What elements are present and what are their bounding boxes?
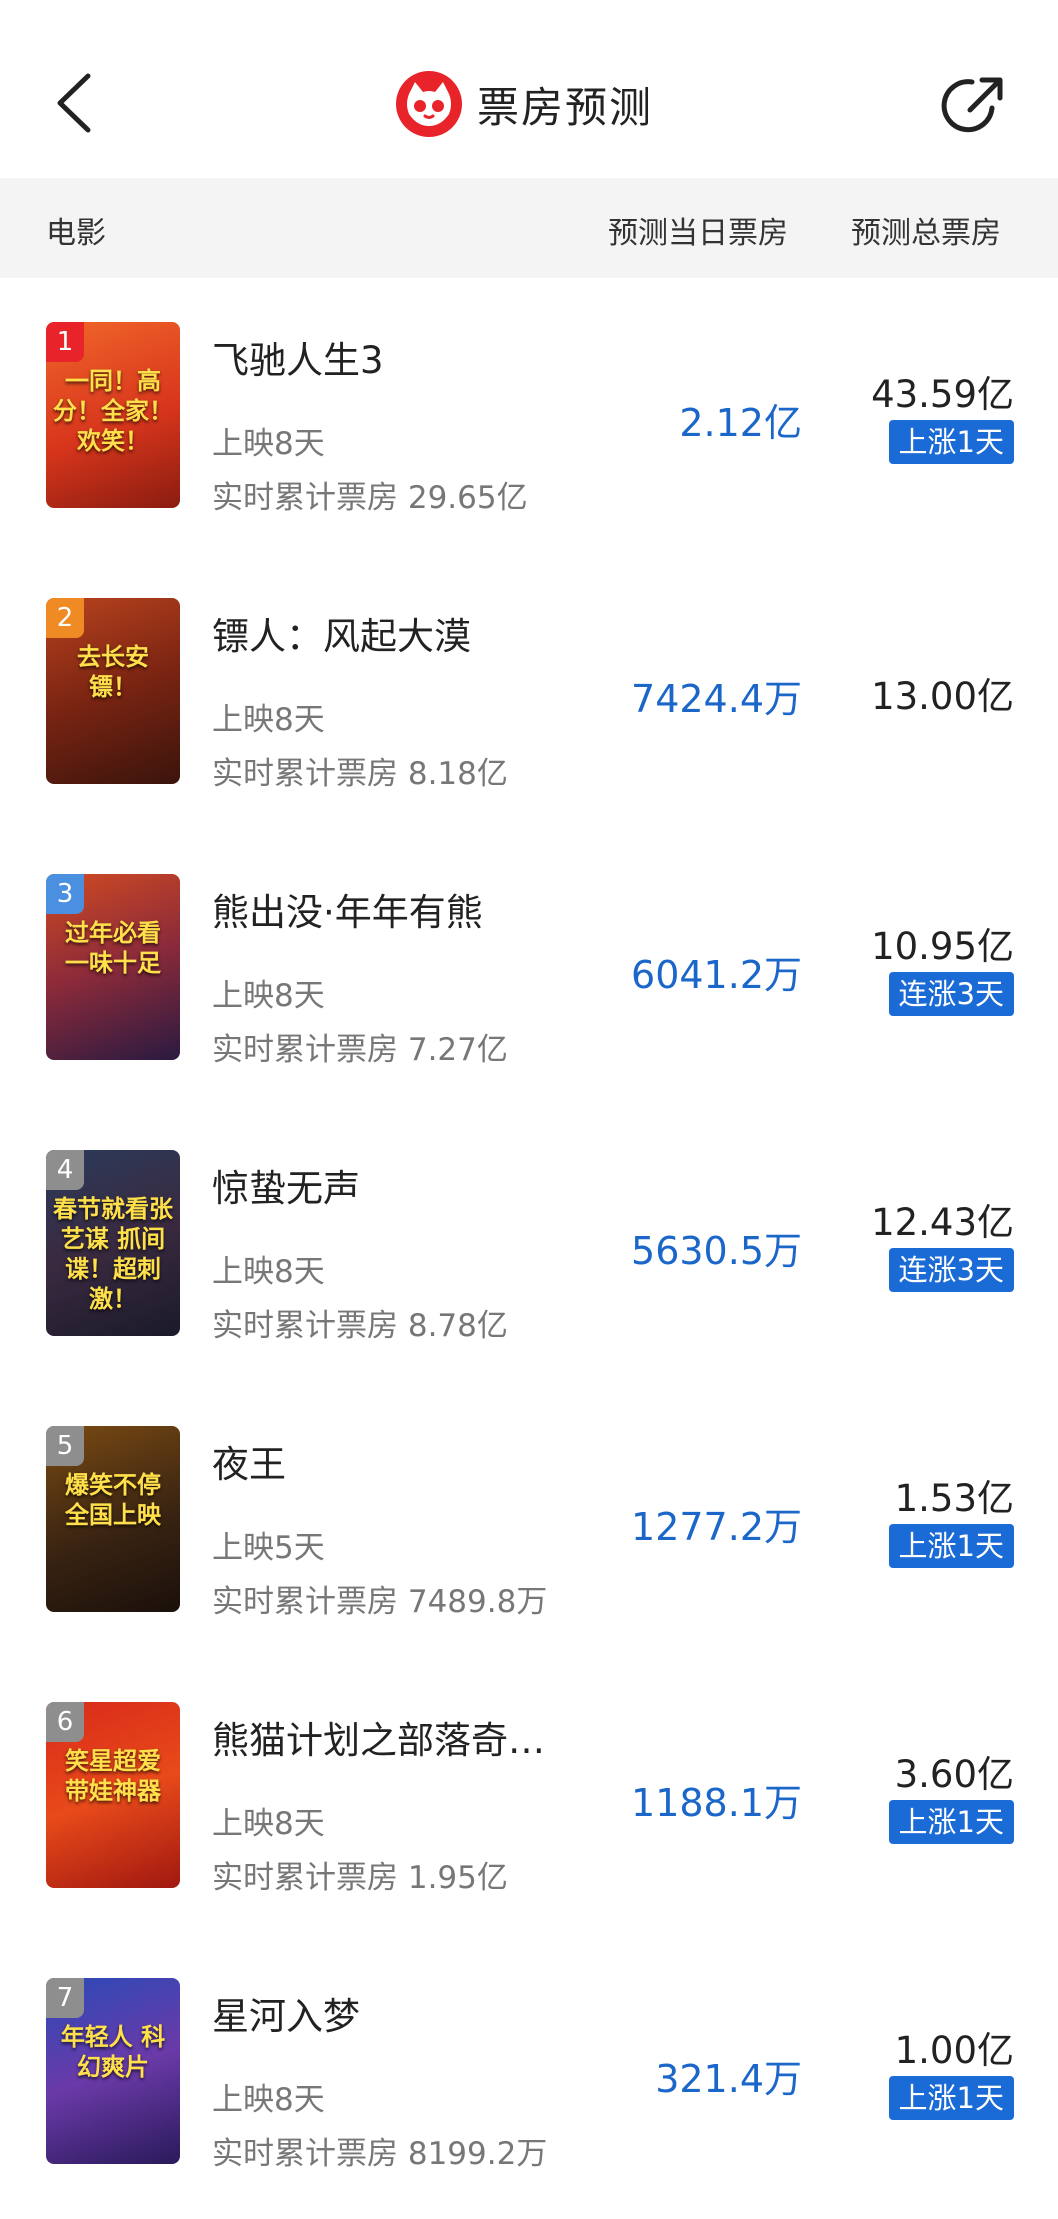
total-forecast-value: 12.43亿	[871, 1201, 1014, 1244]
share-icon	[941, 77, 1003, 133]
total-forecast-value: 13.00亿	[871, 675, 1014, 718]
total-forecast-value: 3.60亿	[894, 1753, 1014, 1796]
rank-badge: 1	[46, 322, 84, 362]
cumulative-box-office: 实时累计票房 7.27亿	[212, 1032, 508, 1068]
rank-badge: 5	[46, 1426, 84, 1466]
total-forecast-value: 1.53亿	[894, 1477, 1014, 1520]
poster-tagline: 过年必看 一味十足	[65, 919, 161, 977]
day-forecast-value: 7424.4万	[631, 677, 802, 721]
trend-badge: 连涨3天	[888, 972, 1014, 1016]
movie-title: 镖人：风起大漠	[212, 615, 471, 658]
rank-badge: 2	[46, 598, 84, 638]
movie-row[interactable]: 爆笑不停 全国上映 5 夜王 上映5天 实时累计票房 7489.8万 1277.2…	[0, 1382, 1058, 1658]
movie-title: 飞驰人生3	[212, 339, 384, 382]
cat-logo-icon	[396, 71, 462, 137]
movie-poster[interactable]: 笑星超爱 带娃神器 6	[46, 1702, 180, 1888]
movie-poster[interactable]: 一同！高分！全家！欢笑！ 1	[46, 322, 180, 508]
poster-tagline: 春节就看张艺谋 抓间谍！超刺激！	[53, 1195, 173, 1313]
total-forecast-value: 1.00亿	[894, 2029, 1014, 2072]
movie-title: 星河入梦	[212, 1995, 360, 2038]
movie-title: 熊猫计划之部落奇…	[212, 1719, 545, 1762]
movie-title: 熊出没·年年有熊	[212, 891, 483, 934]
poster-tagline: 一同！高分！全家！欢笑！	[53, 367, 173, 455]
release-days: 上映8天	[212, 2082, 325, 2118]
top-bar: 票房预测	[0, 0, 1058, 178]
movie-poster[interactable]: 去长安 镖！ 2	[46, 598, 180, 784]
cumulative-box-office: 实时累计票房 8.18亿	[212, 756, 508, 792]
movie-title: 夜王	[212, 1443, 286, 1486]
release-days: 上映8天	[212, 426, 325, 462]
day-forecast-value: 5630.5万	[631, 1229, 802, 1273]
movie-row[interactable]: 过年必看 一味十足 3 熊出没·年年有熊 上映8天 实时累计票房 7.27亿 60…	[0, 830, 1058, 1106]
movie-row[interactable]: 春节就看张艺谋 抓间谍！超刺激！ 4 惊蛰无声 上映8天 实时累计票房 8.78亿…	[0, 1106, 1058, 1382]
release-days: 上映5天	[212, 1530, 325, 1566]
cumulative-box-office: 实时累计票房 8.78亿	[212, 1308, 508, 1344]
title-group: 票房预测	[395, 68, 653, 140]
day-forecast-value: 1277.2万	[631, 1505, 802, 1549]
trend-badge: 上涨1天	[888, 2076, 1014, 2120]
movie-poster[interactable]: 春节就看张艺谋 抓间谍！超刺激！ 4	[46, 1150, 180, 1336]
movie-poster[interactable]: 过年必看 一味十足 3	[46, 874, 180, 1060]
movie-row[interactable]: 去长安 镖！ 2 镖人：风起大漠 上映8天 实时累计票房 8.18亿 7424.4…	[0, 554, 1058, 830]
total-forecast-value: 43.59亿	[871, 373, 1014, 416]
movie-poster[interactable]: 年轻人 科幻爽片 7	[46, 1978, 180, 2164]
total-forecast-value: 10.95亿	[871, 925, 1014, 968]
trend-badge: 上涨1天	[888, 1800, 1014, 1844]
movie-list: 一同！高分！全家！欢笑！ 1 飞驰人生3 上映8天 实时累计票房 29.65亿 2…	[0, 278, 1058, 2210]
back-button[interactable]	[50, 68, 100, 138]
release-days: 上映8天	[212, 702, 325, 738]
poster-tagline: 年轻人 科幻爽片	[60, 2023, 166, 2081]
movie-row[interactable]: 一同！高分！全家！欢笑！ 1 飞驰人生3 上映8天 实时累计票房 29.65亿 2…	[0, 278, 1058, 554]
rank-badge: 4	[46, 1150, 84, 1190]
cumulative-box-office: 实时累计票房 8199.2万	[212, 2136, 548, 2172]
trend-badge: 上涨1天	[888, 420, 1014, 464]
cumulative-box-office: 实时累计票房 29.65亿	[212, 480, 528, 516]
poster-tagline: 笑星超爱 带娃神器	[65, 1747, 161, 1805]
day-forecast-value: 1188.1万	[631, 1781, 802, 1825]
movie-row[interactable]: 笑星超爱 带娃神器 6 熊猫计划之部落奇… 上映8天 实时累计票房 1.95亿 1…	[0, 1658, 1058, 1934]
chevron-left-icon	[57, 73, 91, 133]
trend-badge: 连涨3天	[888, 1248, 1014, 1292]
poster-tagline: 爆笑不停 全国上映	[65, 1471, 161, 1529]
poster-tagline: 去长安 镖！	[77, 643, 149, 701]
column-day-forecast[interactable]: 预测当日票房	[608, 208, 788, 252]
column-movie: 电影	[46, 216, 106, 251]
rank-badge: 6	[46, 1702, 84, 1742]
day-forecast-value: 321.4万	[655, 2057, 802, 2101]
movie-poster[interactable]: 爆笑不停 全国上映 5	[46, 1426, 180, 1612]
cumulative-box-office: 实时累计票房 7489.8万	[212, 1584, 548, 1620]
column-header: 电影 预测当日票房 预测总票房	[0, 178, 1058, 278]
page-title: 票房预测	[477, 82, 654, 132]
movie-title: 惊蛰无声	[212, 1167, 360, 1210]
rank-badge: 3	[46, 874, 84, 914]
share-button[interactable]	[940, 70, 1010, 140]
day-forecast-value: 6041.2万	[631, 953, 802, 997]
release-days: 上映8天	[212, 1254, 325, 1290]
movie-row[interactable]: 年轻人 科幻爽片 7 星河入梦 上映8天 实时累计票房 8199.2万 321.4…	[0, 1934, 1058, 2210]
column-total-forecast[interactable]: 预测总票房	[851, 208, 1001, 252]
trend-badge: 上涨1天	[888, 1524, 1014, 1568]
release-days: 上映8天	[212, 1806, 325, 1842]
rank-badge: 7	[46, 1978, 84, 2018]
cumulative-box-office: 实时累计票房 1.95亿	[212, 1860, 508, 1896]
day-forecast-value: 2.12亿	[679, 401, 802, 445]
release-days: 上映8天	[212, 978, 325, 1014]
